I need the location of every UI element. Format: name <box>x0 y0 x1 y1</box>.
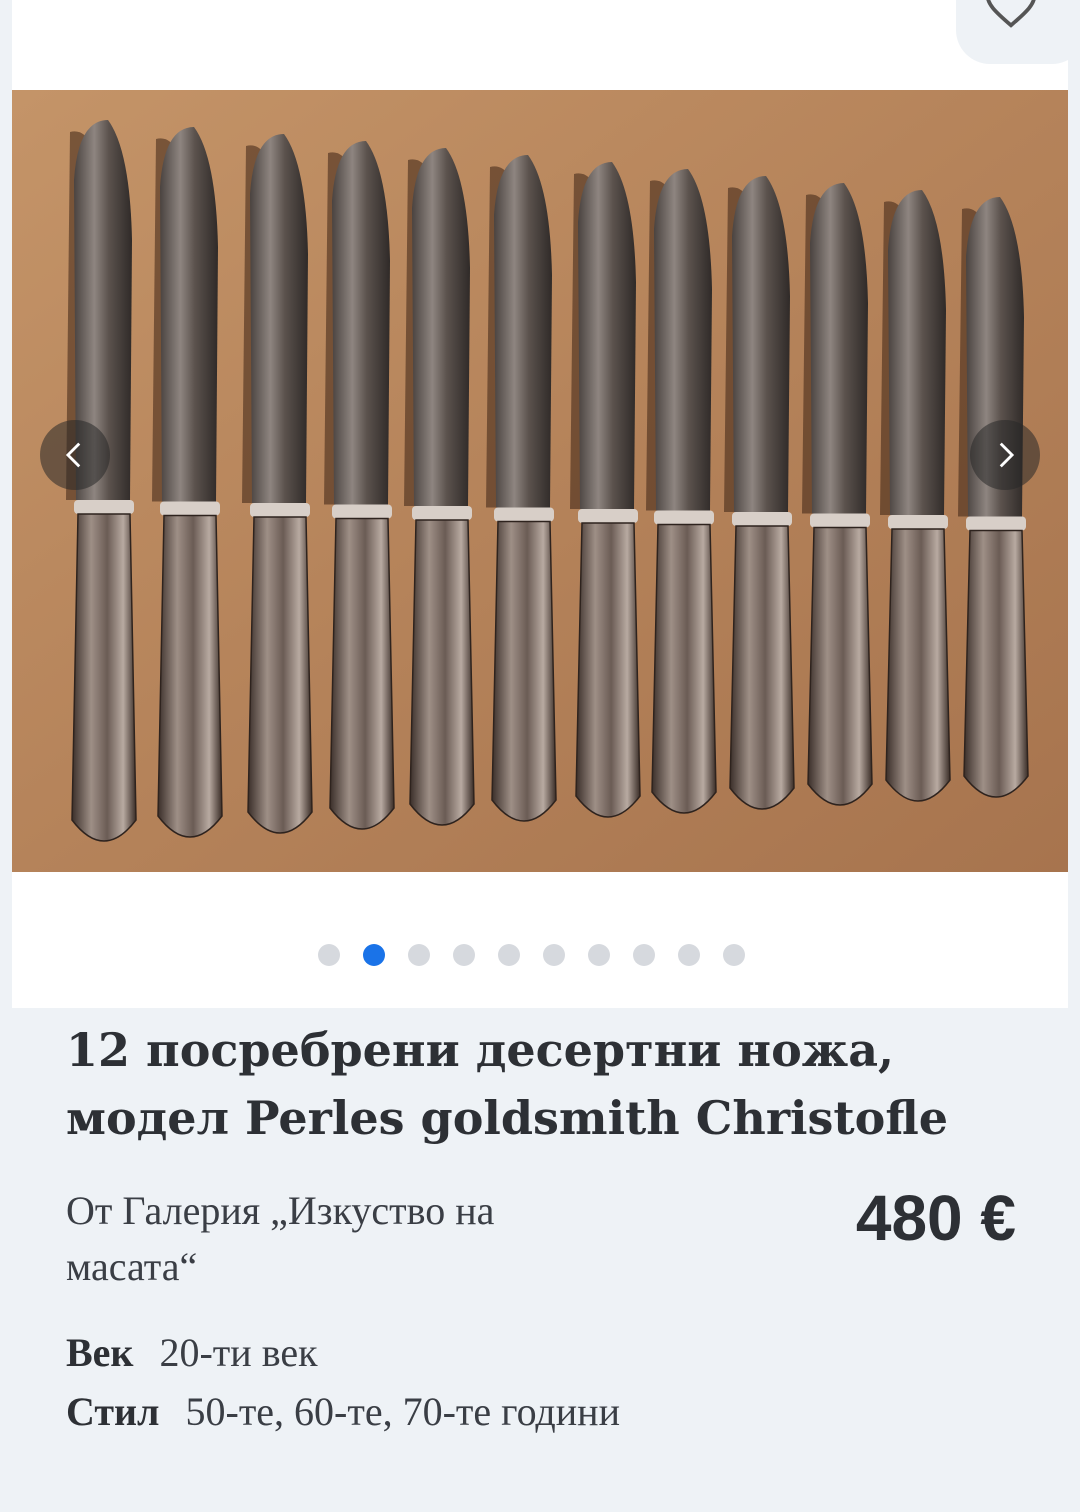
gallery-pagination <box>12 944 1068 968</box>
gallery-next-button[interactable] <box>970 420 1040 490</box>
gallery-dot[interactable] <box>542 944 565 966</box>
knife <box>242 134 313 834</box>
knife <box>958 197 1029 798</box>
gallery-dot[interactable] <box>317 944 340 966</box>
price: 480 € <box>855 1182 1016 1254</box>
gallery-dot[interactable] <box>587 944 610 966</box>
gallery-dot[interactable] <box>407 944 430 966</box>
attribute-key: Стил <box>66 1389 160 1434</box>
favorite-button[interactable] <box>956 0 1080 64</box>
knife <box>404 148 475 826</box>
knife <box>152 127 223 838</box>
chevron-left-icon <box>65 442 81 468</box>
heart-icon <box>986 0 1036 28</box>
attribute-value: 20-ти век <box>159 1330 318 1375</box>
knife <box>724 176 795 810</box>
knives-photo-illustration <box>12 90 1068 872</box>
knife <box>570 162 641 818</box>
knife <box>324 141 395 830</box>
attribute-row-century: Век 20-ти век <box>66 1327 318 1379</box>
gallery-dot[interactable] <box>722 944 745 966</box>
gallery-dot[interactable] <box>452 944 475 966</box>
attribute-key: Век <box>66 1330 134 1375</box>
attribute-row-style: Стил 50-те, 60-те, 70-те години <box>66 1386 620 1438</box>
knife <box>486 155 557 822</box>
product-title: 12 посребрени десертни ножа, модел Perle… <box>66 1023 949 1145</box>
gallery-dot[interactable] <box>497 944 520 966</box>
attribute-value: 50-те, 60-те, 70-те години <box>185 1389 621 1434</box>
product-gallery-card <box>12 0 1068 1008</box>
knife <box>802 183 873 806</box>
knife <box>646 169 717 814</box>
gallery-dot[interactable] <box>362 944 385 966</box>
gallery-dot[interactable] <box>677 944 700 966</box>
product-photo[interactable] <box>12 90 1068 872</box>
knife <box>880 190 951 802</box>
seller-name[interactable]: От Галерия „Изкуство на масата“ <box>66 1183 626 1295</box>
gallery-dot[interactable] <box>632 944 655 966</box>
gallery-prev-button[interactable] <box>40 420 110 490</box>
chevron-right-icon <box>999 442 1015 468</box>
